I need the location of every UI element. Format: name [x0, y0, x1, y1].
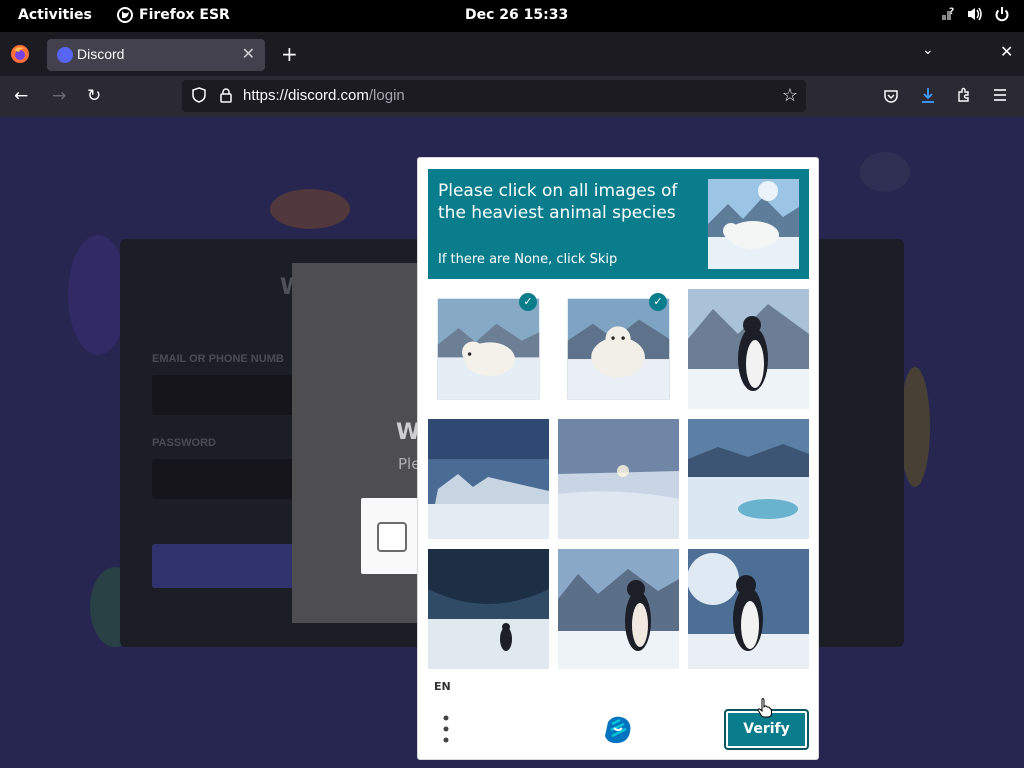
background-art [68, 235, 128, 355]
tab-discord[interactable]: Discord ✕ [47, 39, 265, 71]
tab-close-icon[interactable]: ✕ [242, 44, 255, 64]
extensions-puzzle-icon[interactable] [956, 87, 972, 103]
navigation-toolbar: ← → ↻ https://discord.com/login ☆ [0, 76, 1024, 117]
background-art [270, 189, 350, 229]
more-options-icon[interactable] [440, 714, 452, 744]
reload-icon[interactable]: ↻ [87, 86, 101, 106]
mouse-cursor-hand-icon [757, 698, 772, 718]
snowy-landscape-image [688, 419, 809, 539]
snowy-landscape-image [428, 419, 549, 539]
hamburger-menu-icon[interactable] [992, 88, 1008, 102]
downloads-icon[interactable] [920, 87, 936, 105]
challenge-hint: If there are None, click Skip [438, 252, 618, 267]
clock[interactable]: Dec 26 15:33 [465, 7, 568, 23]
email-label-fragment: EMAIL OR PHONE NUMB [152, 353, 284, 365]
app-name: Firefox ESR [139, 7, 230, 23]
list-all-tabs-chevron-icon[interactable]: ⌄ [922, 42, 934, 58]
background-art [900, 367, 930, 487]
pocket-icon[interactable] [883, 88, 899, 104]
lock-icon[interactable] [219, 87, 233, 103]
forward-arrow-icon[interactable]: → [52, 86, 66, 106]
challenge-tile-5[interactable] [558, 419, 679, 539]
penguin-image [688, 289, 809, 409]
network-unknown-icon: ? [942, 7, 954, 20]
power-icon [995, 7, 1009, 22]
language-selector[interactable]: EN [434, 680, 451, 693]
penguin-image [688, 549, 809, 669]
discord-favicon-icon [57, 47, 73, 63]
polar-bear-image [567, 298, 670, 400]
challenge-tile-4[interactable] [428, 419, 549, 539]
password-label-fragment: PASSWORD [152, 437, 216, 449]
volume-icon [968, 7, 982, 21]
activities-button[interactable]: Activities [18, 7, 92, 23]
window-close-icon[interactable]: ✕ [1000, 42, 1013, 61]
tracking-shield-icon[interactable] [192, 87, 206, 103]
background-art [860, 152, 910, 192]
challenge-tile-8[interactable] [558, 549, 679, 669]
app-menu[interactable]: Firefox ESR [117, 7, 230, 23]
url-path: /login [368, 87, 405, 104]
example-polar-bear-image [708, 179, 799, 269]
snowy-landscape-image [558, 419, 679, 539]
penguin-image [428, 549, 549, 669]
tab-strip: Discord ✕ + ⌄ ✕ [0, 32, 1024, 76]
challenge-prompt: Please click on all images of the heavie… [428, 169, 809, 279]
challenge-tile-3[interactable] [688, 289, 809, 409]
firefox-view-icon[interactable] [10, 44, 30, 64]
firefox-app-icon [117, 7, 133, 23]
selected-check-icon: ✓ [649, 293, 667, 311]
url-text: https://discord.com/login [243, 87, 405, 104]
challenge-question: Please click on all images of the heavie… [438, 181, 678, 223]
system-top-bar: Activities Firefox ESR Dec 26 15:33 ? [0, 0, 1024, 32]
address-bar[interactable]: https://discord.com/login ☆ [182, 80, 806, 112]
hcaptcha-challenge: Please click on all images of the heavie… [417, 157, 819, 760]
hcaptcha-logo-icon [605, 716, 631, 744]
challenge-tile-6[interactable] [688, 419, 809, 539]
hcaptcha-checkbox[interactable] [377, 522, 407, 552]
tab-title: Discord [77, 46, 125, 62]
system-tray[interactable]: ? [940, 6, 1010, 22]
new-tab-plus-icon[interactable]: + [281, 42, 298, 66]
svg-text:?: ? [949, 7, 954, 17]
challenge-tile-7[interactable] [428, 549, 549, 669]
challenge-tile-2[interactable]: ✓ [558, 289, 679, 409]
challenge-tile-1[interactable]: ✓ [428, 289, 549, 409]
polar-bear-image [437, 298, 540, 400]
selected-check-icon: ✓ [519, 293, 537, 311]
back-arrow-icon[interactable]: ← [14, 86, 28, 106]
bookmark-star-icon[interactable]: ☆ [782, 85, 798, 106]
penguin-image [558, 549, 679, 669]
url-host: https://discord.com [243, 87, 369, 104]
challenge-tile-9[interactable] [688, 549, 809, 669]
